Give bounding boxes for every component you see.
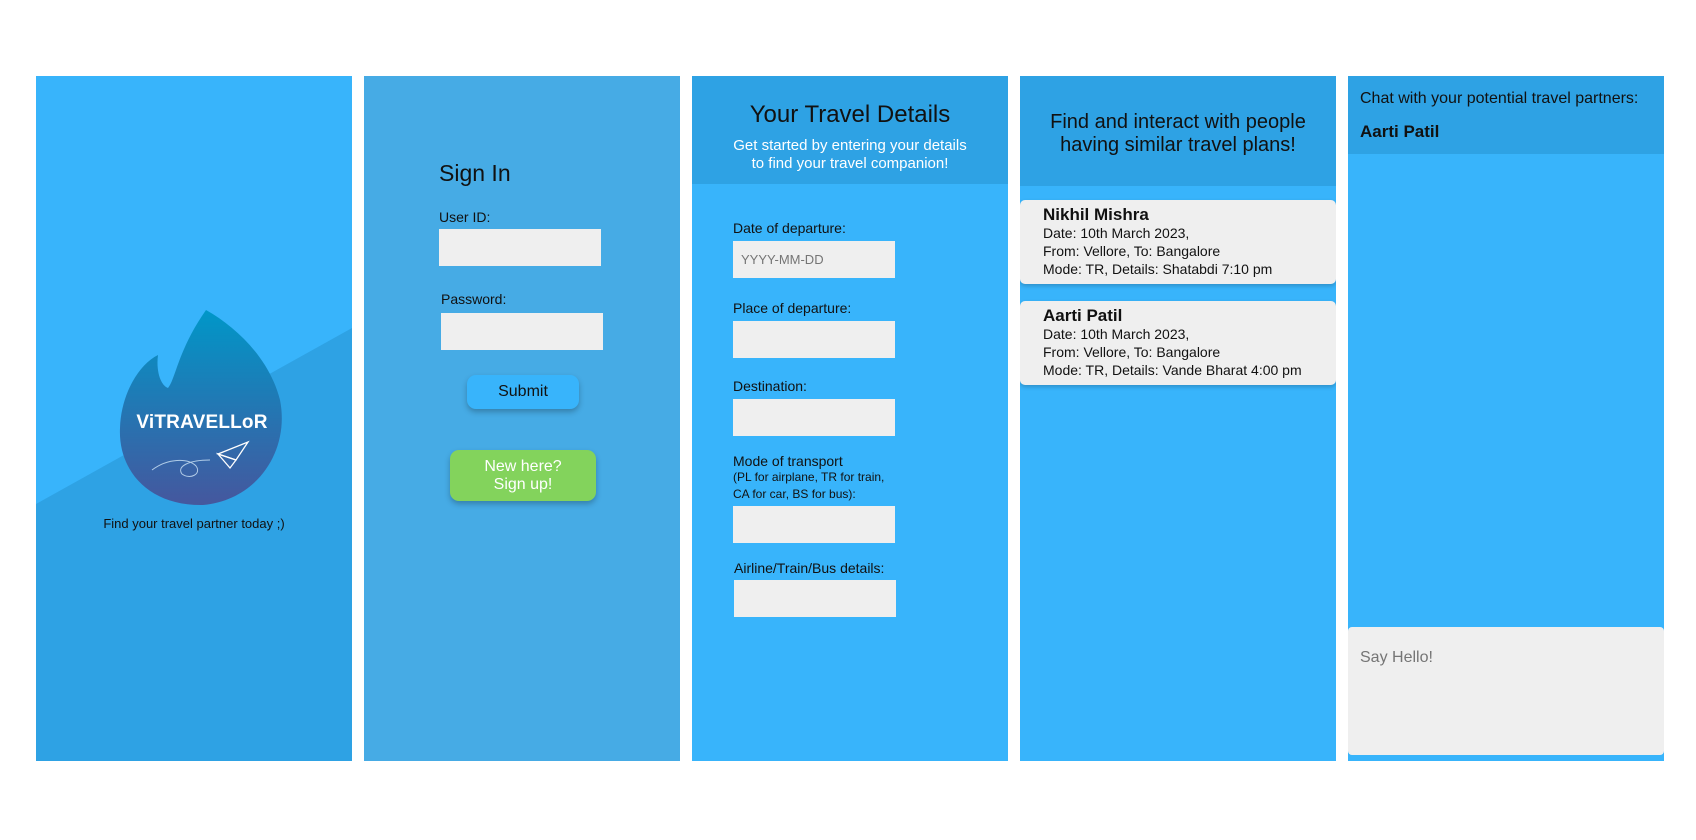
place-label: Place of departure: <box>733 300 852 316</box>
details-input[interactable] <box>734 580 896 617</box>
splash-screen: ViTRAVELLoR Find your travel partner tod… <box>36 76 352 761</box>
chat-header: Chat with your potential travel partners… <box>1348 76 1664 154</box>
travel-subtitle-line-2: to find your travel companion! <box>751 155 949 172</box>
person-name: Nikhil Mishra <box>1043 205 1149 224</box>
person-mode: Mode: TR, Details: Shatabdi 7:10 pm <box>1043 261 1273 277</box>
date-input[interactable] <box>733 241 895 278</box>
mode-label: Mode of transport <box>733 453 843 469</box>
person-card[interactable]: Nikhil Mishra Date: 10th March 2023, Fro… <box>1020 200 1336 284</box>
person-mode: Mode: TR, Details: Vande Bharat 4:00 pm <box>1043 362 1302 378</box>
destination-label: Destination: <box>733 378 807 394</box>
travel-title: Your Travel Details <box>749 101 951 128</box>
mode-note-line-2: CA for car, BS for bus): <box>733 487 856 501</box>
person-date: Date: 10th March 2023, <box>1043 225 1190 241</box>
place-input[interactable] <box>733 321 895 358</box>
user-id-input[interactable] <box>439 229 601 266</box>
date-label: Date of departure: <box>733 220 846 236</box>
app-logo-text: ViTRAVELLoR <box>136 412 268 433</box>
details-label: Airline/Train/Bus details: <box>734 560 885 576</box>
find-title-line-1: Find and interact with people <box>1050 111 1306 133</box>
user-id-label: User ID: <box>439 209 491 225</box>
find-header: Find and interact with people having sim… <box>1020 76 1336 186</box>
travel-subtitle-line-1: Get started by entering your details <box>733 137 967 154</box>
chat-title: Chat with your potential travel partners… <box>1360 90 1639 107</box>
destination-input[interactable] <box>733 399 895 436</box>
submit-button[interactable]: Submit <box>467 375 579 409</box>
password-label: Password: <box>441 291 507 307</box>
chat-partner-name: Aarti Patil <box>1360 122 1440 141</box>
travel-details-screen: Your Travel Details Get started by enter… <box>692 76 1008 761</box>
chat-screen: Chat with your potential travel partners… <box>1348 76 1664 761</box>
password-input[interactable] <box>441 313 603 350</box>
person-name: Aarti Patil <box>1043 306 1123 325</box>
signup-button[interactable]: New here? Sign up! <box>450 450 596 501</box>
signup-line-1: New here? <box>484 457 562 475</box>
mode-note-line-1: (PL for airplane, TR for train, <box>733 470 885 484</box>
tagline: Find your travel partner today ;) <box>103 516 285 531</box>
chat-message-input[interactable] <box>1348 627 1664 755</box>
mode-input[interactable] <box>733 506 895 543</box>
travel-subtitle: Get started by entering your details to … <box>712 137 988 173</box>
signin-screen: Sign In User ID: Password: Submit New he… <box>364 76 680 761</box>
person-route: From: Vellore, To: Bangalore <box>1043 243 1221 259</box>
find-title-line-2: having similar travel plans! <box>1060 134 1296 156</box>
person-date: Date: 10th March 2023, <box>1043 326 1190 342</box>
travel-header: Your Travel Details Get started by enter… <box>692 76 1008 184</box>
find-title: Find and interact with people having sim… <box>1030 111 1326 157</box>
find-people-screen: Find and interact with people having sim… <box>1020 76 1336 761</box>
mode-note: (PL for airplane, TR for train, CA for c… <box>733 469 884 503</box>
person-route: From: Vellore, To: Bangalore <box>1043 344 1221 360</box>
person-card[interactable]: Aarti Patil Date: 10th March 2023, From:… <box>1020 301 1336 385</box>
signin-title: Sign In <box>439 160 511 186</box>
flame-logo-icon <box>119 310 282 506</box>
signup-line-2: Sign up! <box>493 475 553 493</box>
